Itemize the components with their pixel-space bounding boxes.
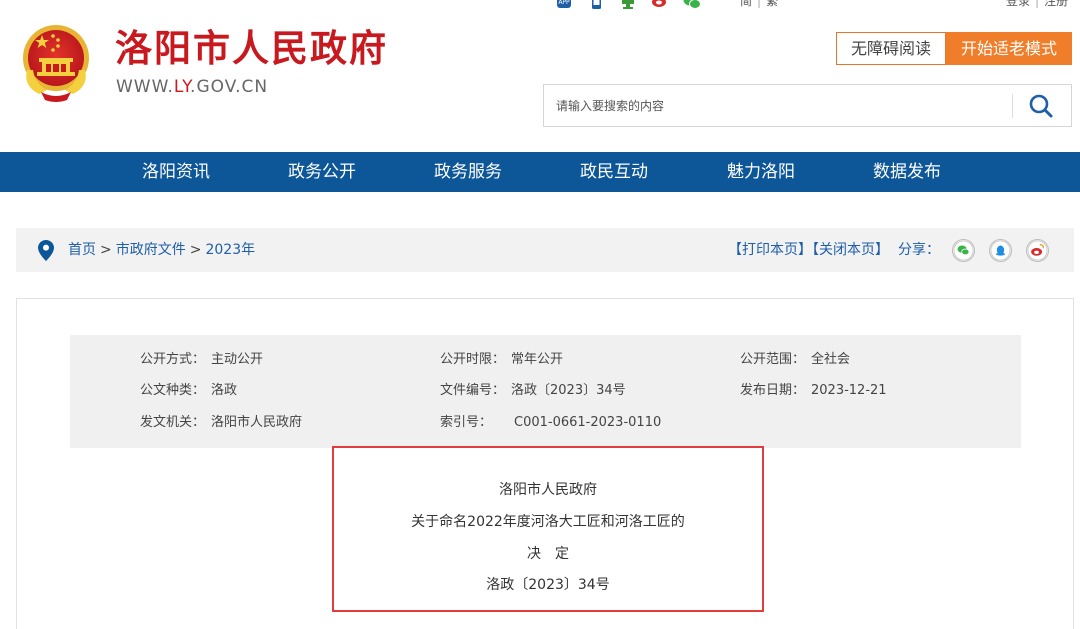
nav-item-luoyang-news[interactable]: 洛阳资讯 — [142, 152, 210, 192]
breadcrumb: 首页 > 市政府文件 >2023年 — [68, 241, 255, 259]
document-type: 决 定 — [527, 546, 569, 562]
search-input[interactable] — [556, 97, 996, 115]
breadcrumb-bar: 首页 > 市政府文件 >2023年 【打印本页】【关闭本页】 分享： — [16, 228, 1074, 272]
location-pin-icon — [38, 240, 54, 261]
auth-links: 登录 | 注册 — [1006, 0, 1068, 8]
print-page-link[interactable]: 【打印本页】 — [728, 242, 812, 258]
app-icon[interactable]: APP — [555, 0, 573, 10]
search-icon[interactable] — [1024, 92, 1058, 120]
lang-simplified[interactable]: 简 — [740, 0, 752, 8]
meta-publish-date: 发布日期： 2023-12-21 — [740, 383, 887, 398]
nav-item-data-release[interactable]: 数据发布 — [873, 152, 941, 192]
meta-document-type: 公文种类： 洛政 — [140, 383, 238, 398]
meta-document-number: 文件编号： 洛政〔2023〕34号 — [440, 383, 626, 398]
nav-item-government-affairs[interactable]: 政务公开 — [288, 152, 356, 192]
meta-disclosure-scope: 公开范围： 全社会 — [740, 352, 851, 367]
meta-index-number: 索引号： C001-0661-2023-0110 — [440, 415, 662, 430]
national-emblem-icon — [23, 25, 89, 102]
site-header: 洛阳市人民政府 WWW.LY.GOV.CN APP 简 | 繁 登录 | 注册 无障碍阅… — [0, 0, 1080, 152]
weibo-icon[interactable] — [1026, 239, 1049, 262]
svg-text:APP: APP — [558, 0, 570, 6]
breadcrumb-separator: > — [189, 242, 202, 258]
register-link[interactable]: 注册 — [1044, 0, 1068, 8]
wechat-icon[interactable] — [683, 0, 701, 10]
document-heading: 洛阳市人民政府 关于命名2022年度河洛大工匠和河洛工匠的 决 定 洛政〔202… — [332, 446, 764, 612]
meta-disclosure-period: 公开时限： 常年公开 — [440, 352, 564, 367]
close-page-link[interactable]: 【关闭本页】 — [812, 242, 889, 258]
article-content: 公开方式： 主动公开 公开时限： 常年公开 公开范围： 全社会 公文种类： 洛政 文件编… — [16, 298, 1074, 629]
search-divider — [1012, 94, 1013, 118]
document-issuer: 洛阳市人民政府 — [499, 482, 597, 498]
wechat-icon[interactable] — [952, 239, 975, 262]
document-metadata: 公开方式： 主动公开 公开时限： 常年公开 公开范围： 全社会 公文种类： 洛政 文件编… — [70, 335, 1021, 448]
breadcrumb-home[interactable]: 首页 — [68, 242, 96, 258]
accessible-reading-button[interactable]: 无障碍阅读 — [836, 32, 946, 65]
breadcrumb-city-docs[interactable]: 市政府文件 — [116, 242, 186, 258]
meta-disclosure-method: 公开方式： 主动公开 — [140, 352, 264, 367]
mobile-icon[interactable] — [587, 0, 605, 10]
login-link[interactable]: 登录 — [1006, 0, 1030, 8]
weibo-icon[interactable] — [651, 0, 669, 10]
qq-icon[interactable] — [989, 239, 1012, 262]
main-nav: 洛阳资讯 政务公开 政务服务 政民互动 魅力洛阳 数据发布 — [0, 152, 1080, 192]
nav-item-public-interaction[interactable]: 政民互动 — [580, 152, 648, 192]
page-actions: 【打印本页】【关闭本页】 — [728, 241, 889, 259]
breadcrumb-year[interactable]: 2023年 — [205, 242, 255, 258]
search-box — [543, 84, 1072, 127]
nav-item-government-services[interactable]: 政务服务 — [434, 152, 502, 192]
meta-issuing-agency: 发文机关： 洛阳市人民政府 — [140, 415, 303, 430]
language-switch: 简 | 繁 — [740, 0, 778, 8]
document-title: 关于命名2022年度河洛大工匠和河洛工匠的 — [411, 514, 685, 530]
share-label: 分享： — [898, 242, 940, 258]
document-number: 洛政〔2023〕34号 — [486, 577, 610, 593]
top-utility-icons: APP — [555, 0, 715, 10]
domain-suffix: .GOV.CN — [190, 77, 269, 97]
elder-mode-button[interactable]: 开始适老模式 — [946, 32, 1072, 65]
domain-highlight: LY — [173, 77, 191, 97]
breadcrumb-separator: > — [100, 242, 112, 258]
domain-prefix: WWW. — [116, 77, 174, 97]
site-title: 洛阳市人民政府 — [115, 27, 388, 70]
nav-item-charming-luoyang[interactable]: 魅力洛阳 — [727, 152, 795, 192]
wechat-mini-icon[interactable] — [619, 0, 637, 10]
site-domain: WWW.LY.GOV.CN — [116, 77, 268, 97]
lang-traditional[interactable]: 繁 — [766, 0, 778, 8]
